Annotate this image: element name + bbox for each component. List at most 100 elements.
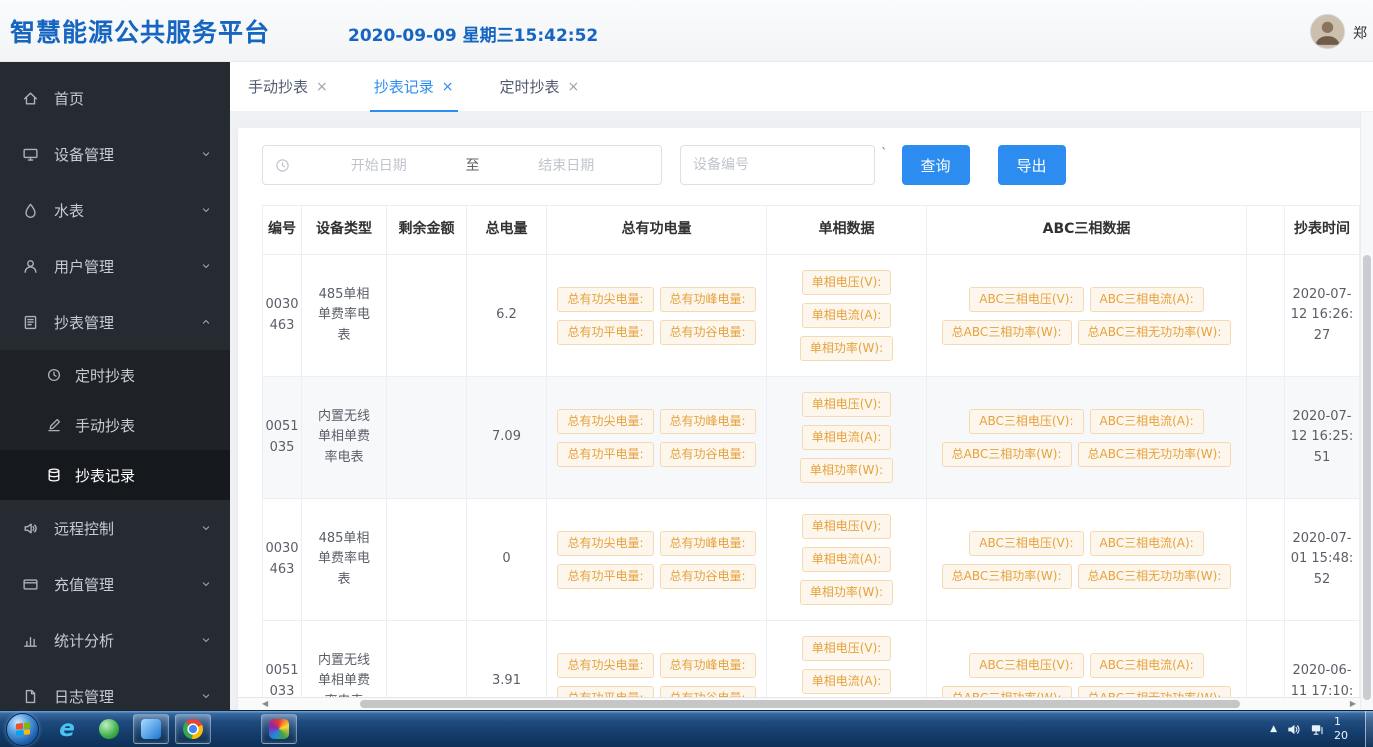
abc-power-button[interactable]: 总ABC三相功率(W):	[942, 442, 1072, 467]
sidebar-item-remote-control[interactable]: 远程控制	[0, 500, 230, 556]
sidebar-item-users[interactable]: 用户管理	[0, 238, 230, 294]
horizontal-scrollbar-thumb[interactable]	[360, 700, 1240, 708]
sidebar-item-label: 用户管理	[54, 256, 114, 277]
user-avatar[interactable]	[1310, 14, 1345, 49]
colorful-app-icon[interactable]	[261, 714, 297, 744]
start-date-input[interactable]: 开始日期	[296, 155, 462, 175]
tab-scheduled-reading[interactable]: 定时抄表 ×	[490, 62, 590, 111]
energy-flat-button[interactable]: 总有功平电量:	[557, 320, 653, 345]
abc-reactive-power-button[interactable]: 总ABC三相无功功率(W):	[1078, 320, 1232, 345]
single-current-button[interactable]: 单相电流(A):	[802, 669, 892, 694]
single-current-button[interactable]: 单相电流(A):	[802, 425, 892, 450]
home-icon	[22, 90, 40, 107]
database-icon	[46, 467, 63, 483]
sidebar-item-devices[interactable]: 设备管理	[0, 126, 230, 182]
sidebar-item-label: 水表	[54, 200, 84, 221]
sidebar-item-manual-reading[interactable]: 手动抄表	[0, 400, 230, 450]
vertical-scrollbar	[1360, 112, 1373, 710]
abc-voltage-button[interactable]: ABC三相电压(V):	[969, 409, 1083, 434]
show-desktop-button[interactable]	[1365, 711, 1373, 747]
energy-peak-button[interactable]: 总有功峰电量:	[660, 409, 756, 434]
internet-explorer-icon[interactable]: e	[49, 714, 85, 744]
energy-peak-button[interactable]: 总有功峰电量:	[660, 287, 756, 312]
abc-reactive-power-button[interactable]: 总ABC三相无功功率(W):	[1078, 442, 1232, 467]
energy-peak-button[interactable]: 总有功峰电量:	[660, 531, 756, 556]
close-icon[interactable]: ×	[316, 79, 328, 95]
abc-reactive-power-button[interactable]: 总ABC三相无功功率(W):	[1078, 564, 1232, 589]
single-current-button[interactable]: 单相电流(A):	[802, 547, 892, 572]
single-voltage-button[interactable]: 单相电压(V):	[802, 636, 892, 661]
sidebar-item-meter-reading[interactable]: 抄表管理	[0, 294, 230, 350]
energy-valley-button[interactable]: 总有功谷电量:	[660, 320, 756, 345]
sidebar-item-label: 日志管理	[54, 686, 114, 707]
single-voltage-button[interactable]: 单相电压(V):	[802, 270, 892, 295]
tab-manual-reading[interactable]: 手动抄表 ×	[238, 62, 338, 111]
energy-flat-button[interactable]: 总有功平电量:	[557, 564, 653, 589]
start-button[interactable]	[6, 713, 39, 746]
speaker-icon	[22, 520, 40, 537]
abc-voltage-button[interactable]: ABC三相电压(V):	[969, 287, 1083, 312]
energy-sharp-button[interactable]: 总有功尖电量:	[557, 409, 653, 434]
energy-peak-button[interactable]: 总有功峰电量:	[660, 653, 756, 678]
device-number-input[interactable]	[680, 145, 875, 185]
cell-balance	[387, 499, 467, 620]
single-power-button[interactable]: 单相功率(W):	[800, 458, 893, 483]
tab-reading-records[interactable]: 抄表记录 ×	[364, 62, 464, 111]
energy-flat-button[interactable]: 总有功平电量:	[557, 442, 653, 467]
sidebar-item-scheduled-reading[interactable]: 定时抄表	[0, 350, 230, 400]
query-button[interactable]: 查询	[902, 145, 970, 185]
sidebar-item-home[interactable]: 首页	[0, 70, 230, 126]
sidebar-item-reading-records[interactable]: 抄表记录	[0, 450, 230, 500]
sidebar-item-water-meter[interactable]: 水表	[0, 182, 230, 238]
abc-voltage-button[interactable]: ABC三相电压(V):	[969, 653, 1083, 678]
water-drop-icon	[22, 202, 40, 219]
date-range-picker[interactable]: 开始日期 至 结束日期	[262, 145, 662, 185]
single-power-button[interactable]: 单相功率(W):	[800, 580, 893, 605]
username-label[interactable]: 郑	[1353, 23, 1371, 43]
sidebar-item-label: 定时抄表	[75, 365, 135, 386]
card-icon	[22, 576, 40, 593]
end-date-input[interactable]: 结束日期	[484, 155, 650, 175]
energy-sharp-button[interactable]: 总有功尖电量:	[557, 287, 653, 312]
scroll-left-icon[interactable]: ◀	[262, 699, 268, 708]
header-device-id: 编号	[262, 206, 302, 254]
energy-sharp-button[interactable]: 总有功尖电量:	[557, 531, 653, 556]
network-icon[interactable]	[1310, 722, 1325, 737]
abc-current-button[interactable]: ABC三相电流(A):	[1090, 409, 1204, 434]
scroll-right-icon[interactable]: ▶	[1350, 699, 1356, 708]
abc-power-button[interactable]: 总ABC三相功率(W):	[942, 320, 1072, 345]
abc-voltage-button[interactable]: ABC三相电压(V):	[969, 531, 1083, 556]
chart-icon	[22, 632, 40, 649]
tab-bar: 手动抄表 × 抄表记录 × 定时抄表 ×	[230, 62, 1373, 112]
energy-valley-button[interactable]: 总有功谷电量:	[660, 564, 756, 589]
single-current-button[interactable]: 单相电流(A):	[802, 303, 892, 328]
taskbar-clock[interactable]: 1 20	[1334, 715, 1356, 744]
single-voltage-button[interactable]: 单相电压(V):	[802, 392, 892, 417]
volume-icon[interactable]	[1286, 722, 1301, 737]
table-row: 0030463 485单相单费率电表 0 总有功尖电量:总有功峰电量: 总有功平…	[262, 499, 1360, 621]
single-power-button[interactable]: 单相功率(W):	[800, 336, 893, 361]
sidebar-item-statistics[interactable]: 统计分析	[0, 612, 230, 668]
green-browser-icon[interactable]	[91, 714, 127, 744]
abc-power-button[interactable]: 总ABC三相功率(W):	[942, 564, 1072, 589]
single-voltage-button[interactable]: 单相电压(V):	[802, 514, 892, 539]
abc-current-button[interactable]: ABC三相电流(A):	[1090, 653, 1204, 678]
cell-active-energy: 总有功尖电量: 总有功峰电量: 总有功平电量: 总有功谷电量:	[547, 377, 767, 498]
close-icon[interactable]: ×	[568, 79, 580, 95]
export-button[interactable]: 导出	[998, 145, 1066, 185]
sidebar-item-recharge[interactable]: 充值管理	[0, 556, 230, 612]
cell-single-phase: 单相电压(V): 单相电流(A): 单相功率(W):	[767, 499, 927, 620]
chevron-down-icon	[200, 578, 212, 590]
show-hidden-icons[interactable]: ▲	[1270, 724, 1277, 734]
chrome-icon[interactable]	[175, 714, 211, 744]
energy-sharp-button[interactable]: 总有功尖电量:	[557, 653, 653, 678]
close-icon[interactable]: ×	[442, 79, 454, 95]
abc-current-button[interactable]: ABC三相电流(A):	[1090, 287, 1204, 312]
abc-current-button[interactable]: ABC三相电流(A):	[1090, 531, 1204, 556]
vertical-scrollbar-thumb[interactable]	[1363, 255, 1371, 700]
energy-valley-button[interactable]: 总有功谷电量:	[660, 442, 756, 467]
sidebar-item-logs[interactable]: 日志管理	[0, 668, 230, 710]
blue-app-icon[interactable]	[133, 714, 169, 744]
tab-label: 手动抄表	[248, 76, 308, 97]
avatar-photo	[1311, 15, 1344, 48]
